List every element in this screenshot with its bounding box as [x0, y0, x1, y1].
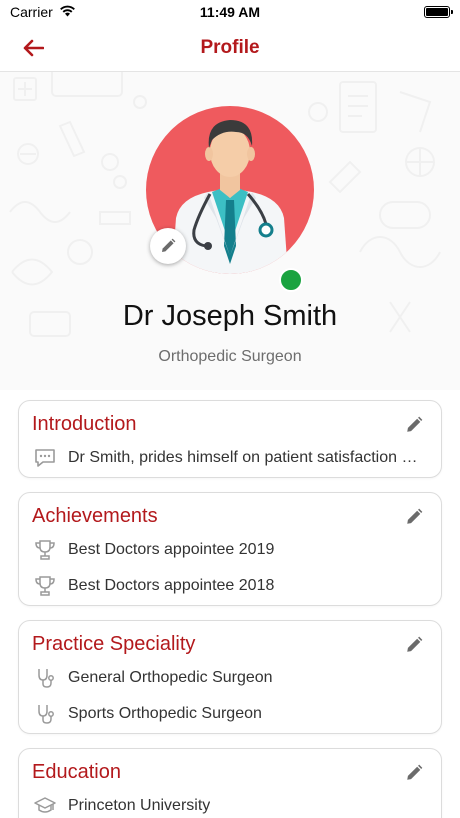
battery-icon [424, 6, 453, 18]
status-bar: Carrier 11:49 AM [0, 0, 460, 24]
introduction-card: Introduction Dr Smith, prides himself on… [18, 400, 442, 478]
pencil-icon [407, 764, 423, 780]
pencil-icon [162, 238, 176, 252]
doctor-name: Dr Joseph Smith [122, 300, 338, 332]
wifi-icon [59, 4, 76, 20]
arrow-left-icon [23, 39, 44, 57]
list-item: Dr Smith, prides himself on patient sati… [33, 446, 433, 470]
section-title-introduction: Introduction [32, 413, 137, 435]
trophy-icon [33, 574, 57, 598]
edit-photo-button[interactable] [150, 228, 186, 264]
comment-icon [33, 446, 57, 470]
achievement-text: Best Doctors appointee 2019 [68, 541, 275, 558]
introduction-text: Dr Smith, prides himself on patient sati… [68, 449, 420, 466]
education-text: Princeton University [68, 797, 211, 814]
edit-education-button[interactable] [403, 762, 425, 784]
doctor-title: Orthopedic Surgeon [158, 348, 302, 365]
list-item: Best Doctors appointee 2018 [33, 574, 433, 598]
pencil-icon [407, 636, 423, 652]
avatar-container [146, 106, 314, 292]
education-card: Education Princeton University [18, 748, 442, 818]
back-button[interactable] [18, 34, 48, 62]
speciality-text: Sports Orthopedic Surgeon [68, 705, 262, 722]
online-status-indicator [279, 268, 303, 292]
list-item: Sports Orthopedic Surgeon [33, 702, 433, 726]
edit-introduction-button[interactable] [403, 414, 425, 436]
practice-speciality-card: Practice Speciality General Orthopedic S… [18, 620, 442, 734]
list-item: General Orthopedic Surgeon [33, 666, 433, 690]
profile-header: Dr Joseph Smith Orthopedic Surgeon [0, 72, 460, 390]
list-item: Best Doctors appointee 2019 [33, 538, 433, 562]
stethoscope-icon [33, 702, 57, 726]
stethoscope-icon [33, 666, 57, 690]
edit-speciality-button[interactable] [403, 634, 425, 656]
section-title-achievements: Achievements [32, 505, 158, 527]
graduation-cap-icon [33, 794, 57, 818]
list-item: Princeton University [33, 794, 433, 818]
page-title: Profile [200, 36, 260, 58]
section-title-education: Education [32, 761, 121, 783]
pencil-icon [407, 416, 423, 432]
carrier-label: Carrier [10, 4, 53, 20]
edit-achievements-button[interactable] [403, 506, 425, 528]
carrier-signal: Carrier [10, 4, 76, 20]
achievement-text: Best Doctors appointee 2018 [68, 577, 275, 594]
trophy-icon [33, 538, 57, 562]
achievements-card: Achievements Best Doctors appointee 2019… [18, 492, 442, 606]
speciality-text: General Orthopedic Surgeon [68, 669, 273, 686]
section-title-speciality: Practice Speciality [32, 633, 196, 655]
navigation-bar: Profile [0, 24, 460, 72]
pencil-icon [407, 508, 423, 524]
